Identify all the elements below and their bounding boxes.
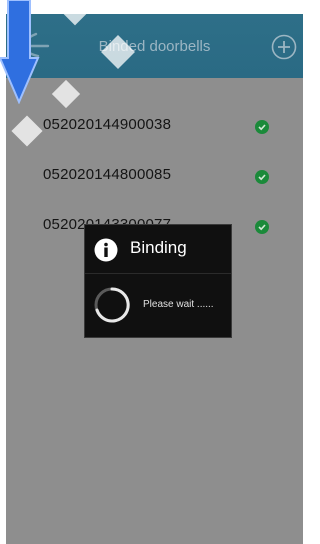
binding-dialog: Binding Please wait ...... [84, 224, 232, 338]
check-circle-icon [255, 220, 269, 234]
app-header: Binded doorbells [6, 14, 303, 78]
dialog-title: Binding [130, 238, 187, 257]
info-icon [94, 238, 118, 262]
page-title: Binded doorbells [98, 38, 211, 55]
dialog-divider [85, 273, 231, 274]
loading-spinner-icon [94, 287, 130, 323]
check-circle-icon [255, 120, 269, 134]
doorbell-row[interactable]: 052020144900038 [6, 102, 303, 150]
dialog-message: Please wait ...... [143, 299, 214, 310]
doorbell-row[interactable]: 052020144800085 [6, 152, 303, 200]
doorbell-serial: 052020144900038 [43, 116, 172, 133]
check-circle-icon [255, 170, 269, 184]
plus-circle-icon[interactable] [271, 34, 297, 60]
doorbell-serial: 052020144800085 [43, 166, 172, 183]
blue-arrow-overlay [0, 0, 40, 104]
